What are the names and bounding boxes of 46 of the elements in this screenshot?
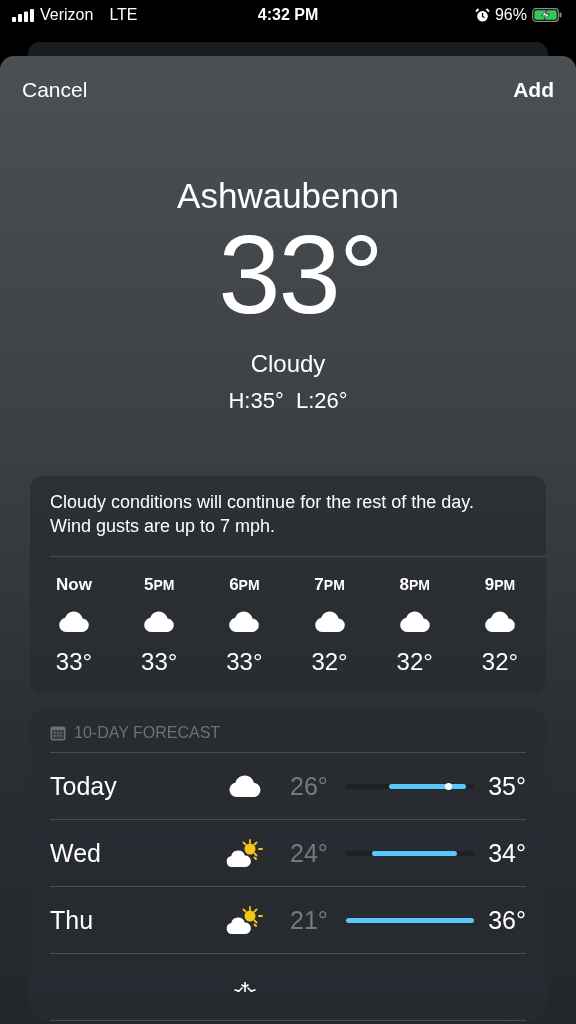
high-low-text: H:35° L:26° [228, 388, 348, 414]
sun-behind-cloud-icon [226, 906, 264, 934]
day-label: Wed [50, 838, 102, 868]
section-title: 10-DAY FORECAST [74, 724, 221, 742]
cloud-icon [313, 611, 346, 632]
status-time: 4:32 PM [257, 6, 319, 24]
cloud-icon [398, 611, 431, 632]
hour-temperature: 33° [226, 648, 263, 676]
cloud-icon [143, 611, 176, 632]
hour-temperature: 32° [481, 648, 519, 676]
hour-label: 6PM [229, 575, 260, 595]
city-name: Ashwaubenon [177, 176, 399, 216]
hour-temperature: 33° [141, 648, 178, 676]
hour-label: 7PM [314, 575, 345, 595]
hour-temperature: 33° [55, 648, 93, 676]
day-label: Today [50, 771, 118, 801]
cancel-button[interactable]: Cancel [22, 78, 88, 102]
low-temperature: 24° [290, 838, 329, 868]
cloud-icon [483, 611, 516, 632]
network-type: LTE [109, 6, 138, 24]
cloud-icon [228, 611, 261, 632]
sun-behind-cloud-icon [226, 839, 264, 867]
current-temperature-dot [445, 782, 453, 790]
cloud-icon [58, 611, 90, 632]
hour-label: 9PM [484, 575, 516, 595]
day-label: Thu [50, 905, 95, 935]
calendar-icon [50, 725, 66, 741]
signal-icon [12, 8, 34, 22]
snowflake-icon [232, 982, 258, 992]
cloud-icon [228, 775, 262, 797]
hour-temperature: 32° [311, 648, 348, 676]
forecast-summary: Cloudy conditions will continue for the rest of the day. Wind gusts are up to 7 mph. [49, 491, 475, 538]
condition-text: Cloudy [250, 350, 326, 378]
battery-percent: 96% [494, 6, 527, 24]
high-temperature: 34° [488, 838, 526, 868]
add-button[interactable]: Add [513, 78, 554, 102]
high-temperature: 35° [488, 771, 526, 801]
hour-label: 5PM [143, 575, 175, 595]
hour-label: 8PM [399, 575, 430, 595]
current-temperature: 33° [218, 216, 382, 334]
hour-label: Now [56, 575, 92, 595]
low-temperature: 26° [290, 771, 329, 801]
low-temperature: 21° [290, 905, 329, 935]
carrier-name: Verizon [40, 6, 94, 24]
high-temperature: 36° [488, 905, 526, 935]
hour-temperature: 32° [396, 648, 433, 676]
